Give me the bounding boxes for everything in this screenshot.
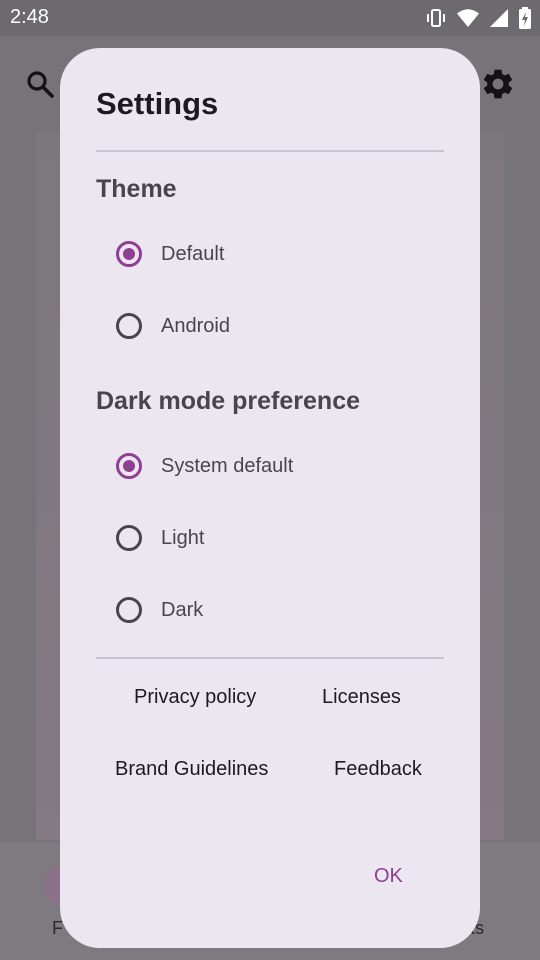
cell-signal-icon <box>488 7 510 29</box>
feedback-button[interactable]: Feedback <box>334 758 422 781</box>
dark-mode-heading: Dark mode preference <box>96 387 361 415</box>
radio-dark-mode-light[interactable]: Light <box>116 518 204 558</box>
battery-icon <box>518 6 532 30</box>
radio-button-selected[interactable] <box>116 241 142 267</box>
wifi-icon <box>456 6 480 30</box>
settings-dialog: Settings Theme Default Android Dark mode… <box>60 48 480 948</box>
status-icons <box>424 6 532 30</box>
vibrate-icon <box>424 6 448 30</box>
radio-button[interactable] <box>116 597 142 623</box>
radio-button[interactable] <box>116 313 142 339</box>
radio-dark-mode-system-default[interactable]: System default <box>116 446 293 486</box>
radio-label: Android <box>161 314 230 337</box>
status-bar: 2:48 <box>0 0 540 36</box>
radio-label: Default <box>161 242 225 265</box>
licenses-button[interactable]: Licenses <box>322 686 401 709</box>
privacy-policy-button[interactable]: Privacy policy <box>134 686 256 709</box>
radio-dark-mode-dark[interactable]: Dark <box>116 590 203 630</box>
dialog-title: Settings <box>96 86 219 121</box>
radio-button-selected[interactable] <box>116 453 142 479</box>
status-time: 2:48 <box>10 6 49 28</box>
radio-label: Light <box>161 526 205 549</box>
ok-button[interactable]: OK <box>374 865 403 888</box>
radio-label: Dark <box>161 598 204 621</box>
radio-theme-default[interactable]: Default <box>116 234 224 274</box>
radio-button[interactable] <box>116 525 142 551</box>
divider-top <box>96 150 444 152</box>
radio-label: System default <box>161 454 294 477</box>
brand-guidelines-button[interactable]: Brand Guidelines <box>115 758 268 781</box>
divider-bottom <box>96 657 444 659</box>
theme-heading: Theme <box>96 175 177 203</box>
search-icon <box>24 68 56 105</box>
radio-theme-android[interactable]: Android <box>116 306 230 346</box>
gear-icon <box>480 66 516 107</box>
